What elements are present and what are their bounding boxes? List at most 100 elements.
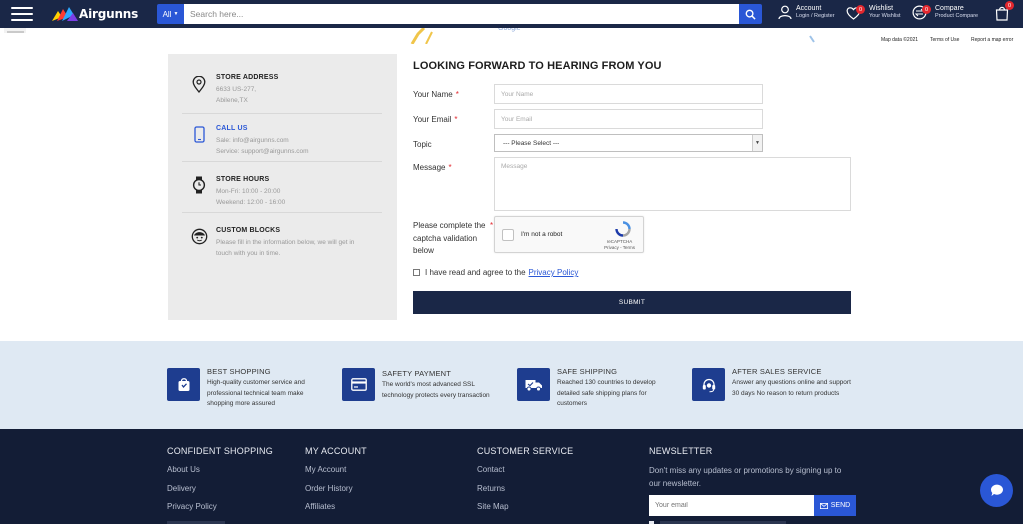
agree-text: I have read and agree to the	[425, 268, 526, 277]
site-footer: CONFIDENT SHOPPING About Us Delivery Pri…	[0, 429, 1023, 524]
account-link[interactable]: Account Login / Register	[778, 5, 835, 20]
newsletter-send-button[interactable]: SEND	[814, 495, 856, 516]
feature-desc: The world's most advanced SSL technology…	[382, 381, 490, 399]
card-icon	[350, 378, 367, 391]
user-icon	[778, 5, 792, 20]
mail-icon	[819, 502, 828, 509]
feature-title: SAFETY PAYMENT	[382, 369, 452, 378]
store-hours-block: STORE HOURS Mon-Fri: 10:00 - 20:00 Weeke…	[182, 174, 382, 213]
store-address-city: Abilene,TX	[216, 97, 248, 104]
footer-link-my-account[interactable]: My Account	[305, 465, 346, 474]
headset-icon	[702, 378, 715, 392]
agree-checkbox[interactable]	[413, 269, 420, 276]
store-address-line: 6633 US-277,	[216, 86, 257, 93]
search-bar: All ▼	[157, 4, 762, 24]
email-label-text: Your Email	[413, 115, 452, 124]
footer-col-my-account: MY ACCOUNT	[305, 446, 367, 456]
map-pin-icon	[190, 75, 208, 93]
email-field[interactable]	[494, 109, 763, 129]
recaptcha-privacy-terms[interactable]: Privacy - Terms	[604, 245, 635, 251]
footer-link-order-history[interactable]: Order History	[305, 484, 353, 493]
email-label: Your Email *	[413, 115, 458, 124]
weekday-hours: Mon-Fri: 10:00 - 20:00	[216, 188, 281, 195]
message-field[interactable]	[494, 157, 851, 211]
store-map[interactable]: Google	[0, 25, 1023, 45]
contact-form-title: LOOKING FORWARD TO HEARING FROM YOU	[413, 60, 662, 72]
wishlist-link[interactable]: 0 Wishlist Your Wishlist	[846, 5, 901, 20]
search-button[interactable]	[739, 4, 762, 24]
recaptcha-brand: reCAPTCHA Privacy - Terms	[604, 239, 635, 250]
submit-button[interactable]: SUBMIT	[413, 291, 851, 314]
required-mark: *	[455, 90, 459, 99]
chevron-down-icon: ▼	[752, 135, 762, 151]
call-us-block: CALL US Sale: info@airgunns.com Service:…	[182, 124, 382, 162]
recaptcha-logo-icon	[615, 221, 631, 237]
feature-title: BEST SHOPPING	[207, 367, 271, 376]
topic-select[interactable]: --- Please Select --- ▼	[494, 134, 763, 152]
wishlist-count-badge: 0	[856, 5, 865, 14]
features-strip: BEST SHOPPING High-quality customer serv…	[0, 341, 1023, 429]
compare-count-badge: 0	[922, 5, 931, 14]
cart-button[interactable]: 0	[994, 1, 1014, 21]
privacy-policy-link[interactable]: Privacy Policy	[529, 268, 579, 277]
name-field[interactable]	[494, 84, 763, 104]
search-category-label: All	[162, 9, 172, 19]
feature-icon-box	[167, 368, 200, 401]
footer-link-delivery[interactable]: Delivery	[167, 484, 196, 493]
menu-icon[interactable]	[11, 7, 33, 21]
newsletter-email-input[interactable]	[649, 495, 814, 516]
cart-icon	[178, 377, 189, 391]
contact-info-panel: STORE ADDRESS 6633 US-277, Abilene,TX CA…	[168, 54, 397, 320]
message-label-text: Message	[413, 163, 446, 172]
custom-blocks-text-2: touch with you in time.	[216, 250, 281, 257]
feature-desc: Answer any questions online and support …	[732, 379, 851, 397]
compare-title: Compare	[935, 5, 964, 12]
footer-link-contact[interactable]: Contact	[477, 465, 505, 474]
footer-link-about[interactable]: About Us	[167, 465, 200, 474]
chevron-down-icon: ▼	[173, 11, 179, 17]
captcha-label: Please complete the captcha validation b…	[413, 221, 486, 255]
logo-icon	[52, 7, 78, 21]
feature-desc: High-quality customer service and profes…	[207, 379, 305, 407]
custom-blocks-title: CUSTOM BLOCKS	[216, 227, 281, 234]
newsletter-send-label: SEND	[830, 502, 851, 509]
top-header: Airgunns All▼ Account Login / Register 0…	[0, 0, 1023, 28]
feature-icon-box	[342, 368, 375, 401]
support-agent-icon	[190, 227, 208, 245]
footer-col-newsletter: NEWSLETTER	[649, 446, 713, 456]
footer-link-site-map[interactable]: Site Map	[477, 502, 509, 511]
captcha-required-mark: *	[490, 221, 494, 230]
search-category-select[interactable]: All ▼	[157, 4, 184, 24]
required-mark: *	[454, 115, 458, 124]
footer-link-returns[interactable]: Returns	[477, 484, 505, 493]
phone-icon	[190, 125, 208, 143]
weekend-hours: Weekend: 12:00 - 16:00	[216, 199, 286, 206]
recaptcha-widget: I'm not a robot reCAPTCHA Privacy - Term…	[494, 216, 644, 253]
recaptcha-brand-name: reCAPTCHA	[606, 239, 633, 244]
footer-link-affiliates[interactable]: Affiliates	[305, 502, 335, 511]
service-email[interactable]: Service: support@airgunns.com	[216, 148, 309, 155]
search-input[interactable]	[184, 4, 739, 24]
sale-email[interactable]: Sale: info@airgunns.com	[216, 137, 289, 144]
watch-icon	[190, 176, 208, 194]
name-label: Your Name *	[413, 90, 459, 99]
feature-title: AFTER SALES SERVICE	[732, 367, 822, 376]
privacy-agreement: I have read and agree to the Privacy Pol…	[413, 268, 578, 277]
topic-label: Topic	[413, 140, 432, 149]
wishlist-title: Wishlist	[869, 5, 894, 12]
footer-col-confident-shopping: CONFIDENT SHOPPING	[167, 446, 273, 456]
wishlist-subtitle: Your Wishlist	[869, 13, 901, 19]
store-hours-title: STORE HOURS	[216, 176, 270, 183]
chat-button[interactable]	[980, 474, 1013, 507]
newsletter-description: Don't miss any updates or promotions by …	[649, 466, 842, 488]
footer-link-privacy[interactable]: Privacy Policy	[167, 502, 217, 511]
map-data-credit: Map data ©2021	[881, 37, 919, 43]
compare-link[interactable]: 0 Compare Product Compare	[912, 5, 978, 20]
site-logo[interactable]: Airgunns	[52, 5, 138, 23]
map-terms-link[interactable]: Terms of Use	[930, 37, 959, 43]
store-address-block: STORE ADDRESS 6633 US-277, Abilene,TX	[182, 73, 382, 114]
custom-blocks-text: Please fill in the information below, we…	[216, 239, 355, 246]
map-report-link[interactable]: Report a map error	[971, 37, 1013, 43]
recaptcha-checkbox[interactable]	[502, 229, 514, 241]
chat-bubble-icon	[990, 484, 1003, 496]
